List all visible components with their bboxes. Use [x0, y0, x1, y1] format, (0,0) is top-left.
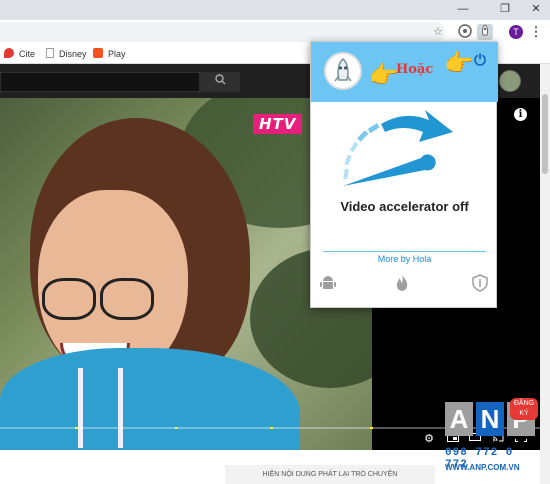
chrome-menu-icon[interactable]: ⋮ — [528, 24, 544, 40]
subscribe-badge: ĐĂNG KÝ — [510, 398, 538, 420]
pointing-hand-icon: 👉 — [444, 50, 474, 77]
play-icon — [93, 48, 103, 58]
popup-header: 👉 Hoặc 👉 ⏻ — [311, 42, 498, 102]
status-text: Video accelerator off — [340, 199, 469, 214]
bookmark-disney[interactable]: Disney — [46, 47, 87, 61]
title-bar: — ❐ ✕ — [0, 0, 550, 20]
screen: — ❐ ✕ ☆ ⋮ T Cite Disney Play HTV i ⚙ HIỆ… — [0, 0, 550, 484]
cite-icon — [4, 48, 14, 58]
watermark-website: WWW.ANP.COM.VN — [445, 463, 520, 472]
scrollbar-thumb[interactable] — [542, 94, 548, 174]
star-icon[interactable]: ☆ — [430, 24, 446, 40]
hola-extension-popup: 👉 Hoặc 👉 ⏻ Video accelerator off More by… — [310, 41, 498, 308]
page-icon — [46, 48, 54, 58]
info-icon[interactable]: i — [514, 108, 527, 121]
hola-extension-icon[interactable] — [477, 24, 493, 40]
watermark-letter: A — [445, 402, 473, 436]
youtube-search-input[interactable] — [0, 72, 200, 92]
youtube-search-button[interactable] — [200, 72, 240, 92]
bookmark-label: Play — [108, 49, 126, 59]
extension-icon[interactable] — [457, 24, 473, 40]
bookmark-label: Disney — [59, 49, 87, 59]
restore-button[interactable]: ❐ — [497, 2, 513, 16]
anp-watermark: A N P ĐĂNG KÝ 098 772 0 772 WWW.ANP.COM.… — [445, 398, 540, 474]
bookmark-label: Cite — [19, 49, 36, 59]
show-chat-replay-button[interactable]: HIỆN NỘI DUNG PHÁT LẠI TRÒ CHUYỆN — [225, 465, 435, 484]
close-window-button[interactable]: ✕ — [528, 2, 544, 16]
youtube-account-avatar[interactable] — [499, 70, 521, 92]
channel-logo: HTV — [253, 114, 303, 134]
power-icon[interactable]: ⏻ — [472, 53, 488, 69]
profile-avatar[interactable]: T — [509, 25, 523, 39]
bookmark-cite[interactable]: Cite — [4, 47, 35, 61]
hola-logo — [324, 52, 362, 90]
more-by-hola-link[interactable]: More by Hola — [311, 254, 498, 264]
pointing-hand-icon: 👉 — [369, 62, 399, 89]
flame-icon[interactable] — [393, 274, 411, 292]
minimize-button[interactable]: — — [455, 2, 471, 16]
search-icon — [214, 74, 225, 85]
watermark-letter: N — [476, 402, 504, 436]
settings-icon[interactable]: ⚙ — [422, 432, 436, 446]
speed-gauge-icon — [343, 110, 453, 186]
divider — [323, 251, 486, 252]
address-bar[interactable] — [0, 22, 445, 42]
android-icon[interactable] — [319, 274, 337, 292]
bookmark-play[interactable]: Play — [93, 47, 126, 61]
annotation-text: Hoặc — [396, 62, 434, 77]
shield-icon[interactable] — [471, 274, 489, 292]
